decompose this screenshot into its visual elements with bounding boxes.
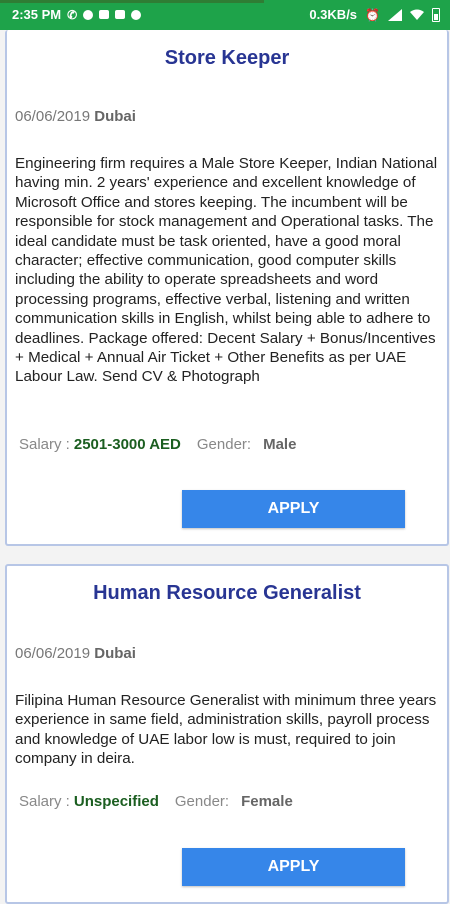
job-description: Filipina Human Resource Generalist with … <box>15 692 437 768</box>
status-right: 0.3KB/s ⏰ <box>309 7 440 22</box>
status-bar: 2:35 PM ✆ 0.3KB/s ⏰ <box>0 0 450 30</box>
gender-value: Male <box>263 436 297 453</box>
apply-button[interactable]: APPLY <box>182 490 405 528</box>
job-location: Dubai <box>94 645 136 662</box>
job-date: 06/06/2019 <box>15 108 91 125</box>
gender-value: Female <box>241 793 293 810</box>
status-time: 2:35 PM <box>12 7 62 22</box>
network-speed: 0.3KB/s <box>309 7 358 22</box>
circle-icon <box>83 9 94 20</box>
salary-label: Salary : <box>19 436 70 453</box>
job-location: Dubai <box>94 108 136 125</box>
salary-label: Salary : <box>19 793 70 810</box>
mail-icon <box>115 10 126 19</box>
apply-button[interactable]: APPLY <box>182 848 405 886</box>
gender-label: Gender: <box>196 436 252 453</box>
progress-line <box>0 0 264 3</box>
gender-label: Gender: <box>174 793 230 810</box>
wifi-icon <box>410 9 424 20</box>
job-meta: Salary : 2501-3000 AED Gender: Male <box>19 436 296 453</box>
job-meta: Salary : Unspecified Gender: Female <box>19 793 293 810</box>
battery-icon <box>432 7 440 22</box>
alarm-icon: ⏰ <box>365 7 380 22</box>
job-date: 06/06/2019 <box>15 645 91 662</box>
job-description: Engineering firm requires a Male Store K… <box>15 155 438 386</box>
salary-value: 2501-3000 AED <box>73 436 181 453</box>
job-card[interactable]: Human Resource Generalist 06/06/2019 Dub… <box>5 564 449 904</box>
job-title[interactable]: Human Resource Generalist <box>7 582 447 605</box>
signal-icon <box>388 8 402 21</box>
job-card[interactable]: Store Keeper 06/06/2019 Dubai Engineerin… <box>5 30 449 546</box>
salary-value: Unspecified <box>73 793 159 810</box>
whatsapp-icon: ✆ <box>67 7 78 22</box>
image-icon <box>131 9 142 20</box>
job-title[interactable]: Store Keeper <box>7 47 447 70</box>
status-left: 2:35 PM ✆ <box>12 7 142 22</box>
job-date-location: 06/06/2019 Dubai <box>15 108 136 125</box>
job-date-location: 06/06/2019 Dubai <box>15 645 136 662</box>
mail-icon <box>99 10 110 19</box>
